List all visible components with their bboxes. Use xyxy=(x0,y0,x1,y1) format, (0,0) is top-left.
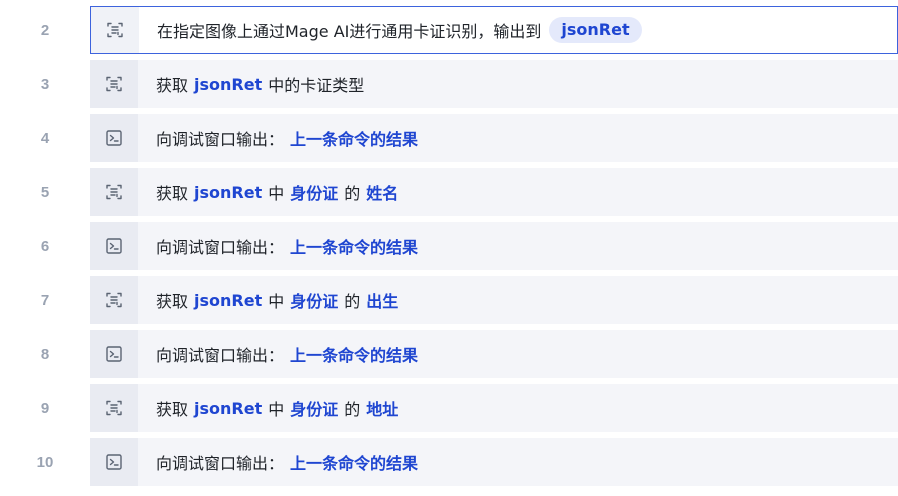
step-text: 中 xyxy=(268,292,285,311)
flow-steps-list: 2 在指定图像上通过Mage AI进行通用卡证识别，输出到 jsonRet 3 获取 js… xyxy=(0,0,898,496)
step-row[interactable]: 4 向调试窗口输出： 上一条命令的结果 xyxy=(0,114,898,162)
line-number: 5 xyxy=(40,183,50,201)
parameter-value[interactable]: 身份证 xyxy=(290,396,338,420)
step-card[interactable]: 获取 jsonRet 中身份证的地址 xyxy=(90,384,898,432)
step-row[interactable]: 3 获取 jsonRet 中的卡证类型 xyxy=(0,60,898,108)
parameter-value[interactable]: jsonRet xyxy=(194,183,262,202)
step-text: 获取 xyxy=(156,400,189,419)
step-card[interactable]: 向调试窗口输出： 上一条命令的结果 xyxy=(90,438,898,486)
step-row[interactable]: 2 在指定图像上通过Mage AI进行通用卡证识别，输出到 jsonRet xyxy=(0,6,898,54)
terminal-icon xyxy=(90,222,138,270)
step-text: 向调试窗口输出： xyxy=(156,454,285,473)
parameter-value[interactable]: 上一条命令的结果 xyxy=(290,342,418,366)
parameter-value[interactable]: 身份证 xyxy=(290,180,338,204)
parameter-value[interactable]: 上一条命令的结果 xyxy=(290,234,418,258)
step-text: 的 xyxy=(344,400,361,419)
ocr-scan-icon xyxy=(90,384,138,432)
step-text: 的 xyxy=(344,184,361,203)
line-number: 2 xyxy=(40,21,50,39)
step-description: 在指定图像上通过Mage AI进行通用卡证识别，输出到 jsonRet xyxy=(139,7,897,53)
step-description: 向调试窗口输出： 上一条命令的结果 xyxy=(138,438,898,486)
step-description: 获取 jsonRet 中身份证的出生 xyxy=(138,276,898,324)
step-text: 获取 xyxy=(156,184,189,203)
parameter-value[interactable]: 上一条命令的结果 xyxy=(290,450,418,474)
step-text: 中 xyxy=(268,400,285,419)
step-row[interactable]: 8 向调试窗口输出： 上一条命令的结果 xyxy=(0,330,898,378)
step-row[interactable]: 6 向调试窗口输出： 上一条命令的结果 xyxy=(0,222,898,270)
parameter-value[interactable]: jsonRet xyxy=(194,291,262,310)
terminal-icon xyxy=(90,330,138,378)
step-text: 在指定图像上通过Mage AI进行通用卡证识别，输出到 xyxy=(157,22,542,41)
step-row[interactable]: 5 获取 jsonRet 中身份证的姓名 xyxy=(0,168,898,216)
step-description: 获取 jsonRet 中身份证的地址 xyxy=(138,384,898,432)
step-card[interactable]: 获取 jsonRet 中身份证的出生 xyxy=(90,276,898,324)
line-number: 6 xyxy=(40,237,50,255)
step-text: 获取 xyxy=(156,76,189,95)
ocr-scan-icon xyxy=(91,7,139,53)
step-text: 向调试窗口输出： xyxy=(156,238,285,257)
step-card[interactable]: 向调试窗口输出： 上一条命令的结果 xyxy=(90,114,898,162)
step-text: 向调试窗口输出： xyxy=(156,346,285,365)
parameter-value[interactable]: jsonRet xyxy=(194,75,262,94)
step-row[interactable]: 7 获取 jsonRet 中身份证的出生 xyxy=(0,276,898,324)
step-description: 向调试窗口输出： 上一条命令的结果 xyxy=(138,222,898,270)
parameter-value[interactable]: 上一条命令的结果 xyxy=(290,126,418,150)
line-number: 4 xyxy=(40,129,50,147)
terminal-icon xyxy=(90,114,138,162)
parameter-value[interactable]: jsonRet xyxy=(194,399,262,418)
step-description: 获取 jsonRet 中的卡证类型 xyxy=(138,60,898,108)
terminal-icon xyxy=(90,438,138,486)
step-text: 中 xyxy=(268,184,285,203)
parameter-value[interactable]: 出生 xyxy=(366,288,398,312)
step-card[interactable]: 在指定图像上通过Mage AI进行通用卡证识别，输出到 jsonRet xyxy=(90,6,898,54)
step-row[interactable]: 10 向调试窗口输出： 上一条命令的结果 xyxy=(0,438,898,486)
output-variable-chip[interactable]: jsonRet xyxy=(549,17,642,43)
parameter-value[interactable]: 身份证 xyxy=(290,288,338,312)
parameter-value[interactable]: 地址 xyxy=(366,396,398,420)
step-text: 获取 xyxy=(156,292,189,311)
step-card[interactable]: 获取 jsonRet 中的卡证类型 xyxy=(90,60,898,108)
line-number: 10 xyxy=(36,453,54,471)
step-row[interactable]: 9 获取 jsonRet 中身份证的地址 xyxy=(0,384,898,432)
parameter-value[interactable]: 姓名 xyxy=(366,180,398,204)
step-text: 中的卡证类型 xyxy=(268,76,365,95)
step-description: 向调试窗口输出： 上一条命令的结果 xyxy=(138,114,898,162)
step-card[interactable]: 向调试窗口输出： 上一条命令的结果 xyxy=(90,222,898,270)
line-number: 9 xyxy=(40,399,50,417)
line-number: 8 xyxy=(40,345,50,363)
line-number: 3 xyxy=(40,75,50,93)
step-card[interactable]: 向调试窗口输出： 上一条命令的结果 xyxy=(90,330,898,378)
step-card[interactable]: 获取 jsonRet 中身份证的姓名 xyxy=(90,168,898,216)
step-text: 向调试窗口输出： xyxy=(156,130,285,149)
step-text: 的 xyxy=(344,292,361,311)
ocr-scan-icon xyxy=(90,168,138,216)
step-description: 获取 jsonRet 中身份证的姓名 xyxy=(138,168,898,216)
ocr-scan-icon xyxy=(90,276,138,324)
ocr-scan-icon xyxy=(90,60,138,108)
line-number: 7 xyxy=(40,291,50,309)
step-description: 向调试窗口输出： 上一条命令的结果 xyxy=(138,330,898,378)
